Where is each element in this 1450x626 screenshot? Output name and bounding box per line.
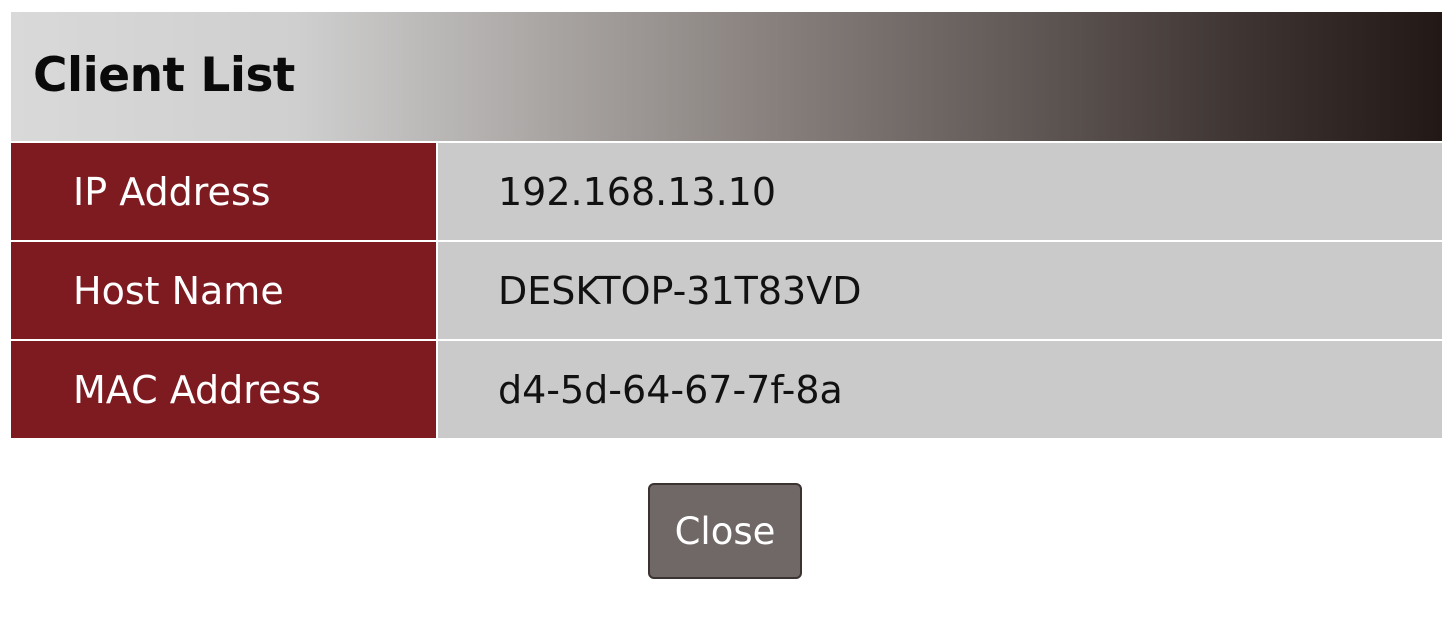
client-info-table: IP Address 192.168.13.10 Host Name DESKT… (11, 143, 1442, 438)
ip-address-label: IP Address (11, 143, 438, 242)
host-name-value: DESKTOP-31T83VD (437, 241, 1442, 341)
table-row-ip-address: IP Address 192.168.13.10 (11, 143, 1442, 242)
host-name-label: Host Name (11, 241, 438, 341)
mac-address-value: d4-5d-64-67-7f-8a (437, 340, 1442, 438)
dialog-title: Client List (33, 48, 295, 103)
ip-address-value: 192.168.13.10 (437, 143, 1442, 242)
client-list-dialog: Client List IP Address 192.168.13.10 Hos… (8, 10, 1442, 620)
table-row-mac-address: MAC Address d4-5d-64-67-7f-8a (11, 340, 1442, 438)
close-button[interactable]: Close (648, 483, 802, 579)
table-row-host-name: Host Name DESKTOP-31T83VD (11, 241, 1442, 341)
dialog-title-bar: Client List (11, 12, 1442, 141)
mac-address-label: MAC Address (11, 340, 438, 438)
